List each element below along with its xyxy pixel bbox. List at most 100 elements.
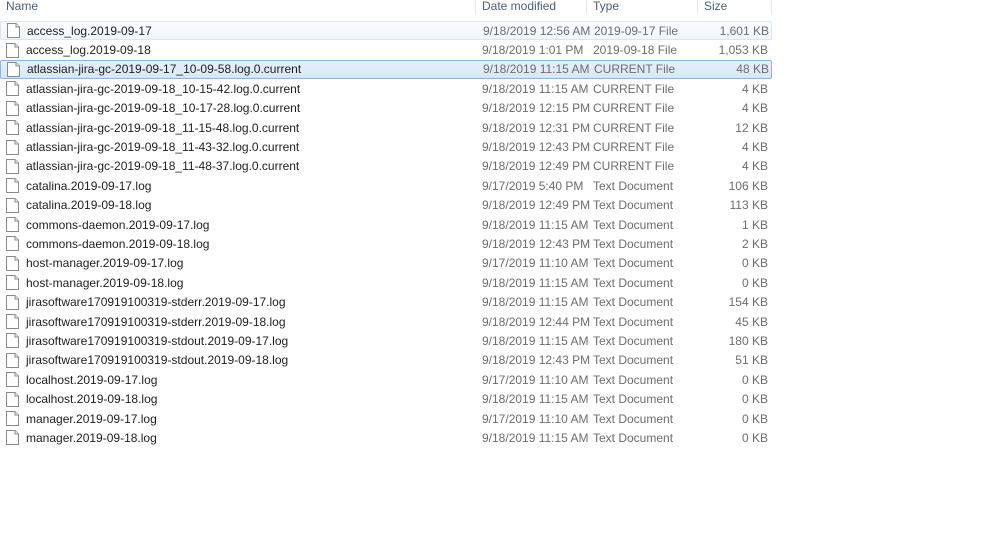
file-type: Text Document: [593, 411, 674, 426]
file-name-cell[interactable]: atlassian-jira-gc-2019-09-18_10-15-42.lo…: [0, 81, 476, 97]
file-type: CURRENT File: [593, 81, 675, 96]
file-name: jirasoftware170919100319-stderr.2019-09-…: [26, 314, 286, 329]
file-name: atlassian-jira-gc-2019-09-17_10-09-58.lo…: [27, 62, 302, 77]
file-row[interactable]: atlassian-jira-gc-2019-09-18_11-43-32.lo…: [0, 137, 772, 156]
file-name-cell[interactable]: commons-daemon.2019-09-18.log: [0, 236, 476, 252]
file-date-modified: 9/17/2019 5:40 PM: [482, 178, 584, 193]
column-divider[interactable]: [771, 0, 772, 14]
file-row[interactable]: manager.2019-09-17.log 9/17/2019 11:10 AM…: [0, 409, 772, 428]
file-name-cell[interactable]: manager.2019-09-18.log: [0, 430, 476, 446]
file-row[interactable]: atlassian-jira-gc-2019-09-18_10-15-42.lo…: [0, 79, 772, 98]
file-row[interactable]: atlassian-jira-gc-2019-09-18_11-48-37.lo…: [0, 157, 772, 176]
file-size: 106 KB: [728, 178, 768, 193]
file-name: atlassian-jira-gc-2019-09-18_11-48-37.lo…: [26, 159, 300, 174]
file-row[interactable]: jirasoftware170919100319-stdout.2019-09-…: [0, 331, 772, 350]
file-date-modified: 9/18/2019 11:15 AM: [483, 62, 590, 77]
file-type: CURRENT File: [593, 101, 675, 116]
file-size: 0 KB: [741, 256, 768, 271]
file-date-modified: 9/18/2019 12:43 PM: [482, 140, 591, 155]
file-icon: [6, 42, 19, 58]
file-type: 2019-09-18 File: [593, 43, 678, 58]
file-date-modified: 9/18/2019 11:15 AM: [482, 430, 589, 445]
file-type: Text Document: [593, 217, 674, 232]
file-size: 113 KB: [729, 198, 768, 213]
file-date-modified: 9/17/2019 11:10 AM: [482, 256, 589, 271]
file-name-cell[interactable]: catalina.2019-09-18.log: [0, 197, 476, 213]
file-type: Text Document: [593, 275, 674, 290]
file-size: 0 KB: [741, 392, 768, 407]
file-row[interactable]: jirasoftware170919100319-stderr.2019-09-…: [0, 312, 772, 331]
file-size: 0 KB: [741, 430, 768, 445]
file-name: atlassian-jira-gc-2019-09-18_10-17-28.lo…: [26, 101, 301, 116]
file-type: Text Document: [593, 392, 674, 407]
file-date-modified: 9/18/2019 12:31 PM: [482, 120, 591, 135]
file-size: 4 KB: [741, 140, 768, 155]
file-date-modified: 9/18/2019 11:15 AM: [482, 392, 589, 407]
file-name-cell[interactable]: host-manager.2019-09-18.log: [0, 275, 476, 291]
file-row[interactable]: atlassian-jira-gc-2019-09-18_10-17-28.lo…: [0, 99, 772, 118]
file-icon: [6, 333, 19, 349]
file-name-cell[interactable]: atlassian-jira-gc-2019-09-17_10-09-58.lo…: [1, 61, 477, 77]
file-size: 0 KB: [741, 411, 768, 426]
file-date-modified: 9/18/2019 11:15 AM: [482, 217, 589, 232]
file-size: 2 KB: [741, 236, 768, 251]
file-type: Text Document: [593, 333, 674, 348]
file-row[interactable]: commons-daemon.2019-09-17.log 9/18/2019 1…: [0, 215, 772, 234]
file-type: Text Document: [593, 430, 674, 445]
file-icon: [7, 23, 20, 39]
file-size: 4 KB: [741, 101, 768, 116]
file-date-modified: 9/18/2019 12:56 AM: [483, 23, 591, 38]
file-type: Text Document: [593, 353, 674, 368]
file-name-cell[interactable]: localhost.2019-09-17.log: [0, 372, 476, 388]
file-row[interactable]: host-manager.2019-09-18.log 9/18/2019 11:…: [0, 273, 772, 292]
file-name-cell[interactable]: atlassian-jira-gc-2019-09-18_11-43-32.lo…: [0, 139, 476, 155]
file-row[interactable]: localhost.2019-09-18.log 9/18/2019 11:15 …: [0, 389, 772, 408]
file-name-cell[interactable]: access_log.2019-09-18: [0, 42, 476, 58]
file-type: Text Document: [593, 372, 674, 387]
file-name-cell[interactable]: atlassian-jira-gc-2019-09-18_11-48-37.lo…: [0, 158, 476, 174]
file-name: access_log.2019-09-18: [26, 43, 151, 58]
file-name-cell[interactable]: atlassian-jira-gc-2019-09-18_11-15-48.lo…: [0, 120, 476, 136]
file-name-cell[interactable]: jirasoftware170919100319-stdout.2019-09-…: [0, 333, 476, 349]
column-header-date-modified[interactable]: Date modified: [476, 0, 587, 16]
file-name: commons-daemon.2019-09-17.log: [26, 217, 210, 232]
file-name: jirasoftware170919100319-stderr.2019-09-…: [26, 295, 286, 310]
file-row[interactable]: manager.2019-09-18.log 9/18/2019 11:15 AM…: [0, 428, 772, 447]
file-name-cell[interactable]: access_log.2019-09-17: [1, 23, 477, 39]
file-row[interactable]: jirasoftware170919100319-stderr.2019-09-…: [0, 292, 772, 311]
column-header-name[interactable]: Name: [0, 0, 476, 16]
file-size: 0 KB: [741, 372, 768, 387]
file-row[interactable]: catalina.2019-09-18.log 9/18/2019 12:49 P…: [0, 196, 772, 215]
file-row[interactable]: atlassian-jira-gc-2019-09-17_10-09-58.lo…: [0, 59, 772, 80]
file-row[interactable]: catalina.2019-09-17.log 9/17/2019 5:40 PM…: [0, 176, 772, 195]
file-name-cell[interactable]: localhost.2019-09-18.log: [0, 391, 476, 407]
file-row[interactable]: host-manager.2019-09-17.log 9/17/2019 11:…: [0, 254, 772, 273]
file-row[interactable]: access_log.2019-09-18 9/18/2019 1:01 PM 20…: [0, 40, 772, 59]
file-row[interactable]: localhost.2019-09-17.log 9/17/2019 11:10 …: [0, 370, 772, 389]
file-type: CURRENT File: [593, 159, 675, 174]
file-name-cell[interactable]: manager.2019-09-17.log: [0, 411, 476, 426]
file-name-cell[interactable]: host-manager.2019-09-17.log: [0, 255, 476, 271]
file-date-modified: 9/18/2019 1:01 PM: [482, 43, 584, 58]
file-date-modified: 9/17/2019 11:10 AM: [482, 372, 589, 387]
file-size: 1 KB: [741, 217, 768, 232]
file-name-cell[interactable]: commons-daemon.2019-09-17.log: [0, 217, 476, 233]
file-row[interactable]: jirasoftware170919100319-stdout.2019-09-…: [0, 351, 772, 370]
file-icon: [7, 61, 20, 77]
file-name-cell[interactable]: atlassian-jira-gc-2019-09-18_10-17-28.lo…: [0, 100, 476, 116]
file-icon: [6, 352, 19, 368]
column-header-size[interactable]: Size: [698, 0, 772, 16]
file-type: Text Document: [593, 295, 674, 310]
file-list: access_log.2019-09-17 9/18/2019 12:56 AM 2…: [0, 21, 772, 448]
file-name: atlassian-jira-gc-2019-09-18_10-15-42.lo…: [26, 81, 301, 96]
file-name-cell[interactable]: jirasoftware170919100319-stdout.2019-09-…: [0, 352, 476, 368]
file-name-cell[interactable]: jirasoftware170919100319-stderr.2019-09-…: [0, 294, 476, 310]
file-row[interactable]: access_log.2019-09-17 9/18/2019 12:56 AM 2…: [0, 21, 772, 41]
file-date-modified: 9/18/2019 11:15 AM: [482, 275, 589, 290]
column-header-type[interactable]: Type: [587, 0, 698, 16]
file-row[interactable]: atlassian-jira-gc-2019-09-18_11-15-48.lo…: [0, 118, 772, 137]
file-size: 4 KB: [741, 159, 768, 174]
file-name-cell[interactable]: catalina.2019-09-17.log: [0, 178, 476, 194]
file-name-cell[interactable]: jirasoftware170919100319-stderr.2019-09-…: [0, 314, 476, 330]
file-row[interactable]: commons-daemon.2019-09-18.log 9/18/2019 1…: [0, 234, 772, 253]
